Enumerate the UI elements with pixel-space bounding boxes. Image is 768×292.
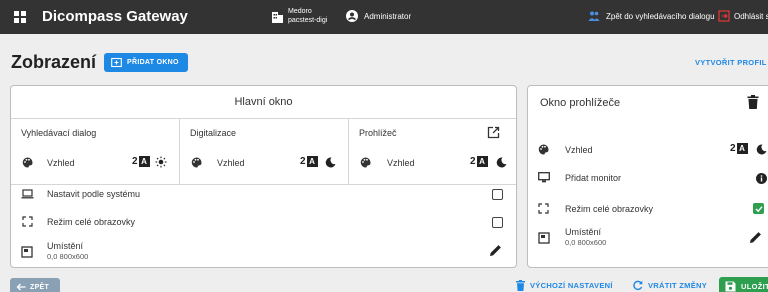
font-a-icon: A: [476, 156, 488, 167]
add-window-icon: [111, 57, 122, 68]
edit-pencil-icon[interactable]: [749, 231, 762, 244]
viewer-window-title: Okno prohlížeče: [540, 97, 621, 109]
people-search-icon: [588, 11, 600, 21]
delete-trash-icon[interactable]: [747, 95, 759, 109]
back-button[interactable]: ZPĚT: [10, 278, 60, 292]
main-window-card: Hlavní okno Vyhledávací dialog Vzhled 2A…: [10, 85, 517, 268]
palette-icon: [538, 144, 549, 155]
column-divider: [348, 119, 349, 185]
save-label: ULOŽIT: [741, 282, 768, 291]
font-a-icon: A: [736, 143, 748, 154]
font-size-control[interactable]: 2A: [132, 156, 150, 167]
system-setting-checkbox[interactable]: [492, 189, 503, 200]
palette-icon: [22, 157, 33, 168]
top-bar: Dicompass Gateway Medoro pacstest-digi A…: [0, 0, 768, 34]
viewer-window-card: Okno prohlížeče Vzhled 2A Přidat monitor…: [527, 85, 768, 268]
column-viewer-title: Prohlížeč: [359, 128, 397, 138]
delete-icon: [516, 280, 525, 291]
add-monitor-label: Přidat monitor: [565, 173, 622, 183]
check-icon: [754, 205, 763, 212]
font-size-control[interactable]: 2A: [300, 156, 318, 167]
app-title: Dicompass Gateway: [42, 8, 188, 25]
org-name: Medoro: [288, 8, 312, 15]
laptop-icon: [21, 189, 34, 199]
user-name: Administrator: [364, 11, 412, 21]
moon-icon[interactable]: [496, 157, 507, 168]
default-settings-label: VÝCHOZÍ NASTAVENÍ: [530, 281, 613, 290]
fullscreen-icon: [538, 203, 549, 214]
app-menu-icon[interactable]: [14, 11, 26, 23]
create-profile-button[interactable]: VYTVOŘIT PROFIL: [695, 58, 767, 67]
viewer-fullscreen-checkbox[interactable]: [753, 203, 764, 214]
appearance-label: Vzhled: [217, 158, 245, 168]
palette-icon: [191, 157, 202, 168]
sun-icon[interactable]: [155, 156, 167, 168]
moon-icon[interactable]: [756, 144, 767, 155]
font-size-value: 2: [730, 143, 736, 154]
appearance-label: Vzhled: [565, 145, 593, 155]
divider: [11, 184, 516, 185]
moon-icon[interactable]: [325, 157, 336, 168]
column-divider: [179, 119, 180, 185]
location-value: 0,0 800x600: [565, 238, 607, 247]
save-floppy-icon: [725, 281, 736, 292]
font-size-control[interactable]: 2A: [470, 156, 488, 167]
back-to-search-label: Zpět do vyhledávacího dialogu: [606, 11, 715, 21]
system-setting-label: Nastavit podle systému: [47, 189, 141, 199]
logout-icon: [718, 10, 730, 22]
revert-icon: [633, 280, 643, 291]
save-button[interactable]: ULOŽIT: [719, 277, 768, 292]
location-value: 0,0 800x600: [47, 252, 89, 261]
org-site: pacstest-digi: [288, 17, 328, 24]
font-a-icon: A: [306, 156, 318, 167]
main-window-title: Hlavní okno: [11, 86, 516, 119]
page-title: Zobrazení: [11, 52, 97, 72]
back-to-search-link[interactable]: Zpět do vyhledávacího dialogu: [588, 10, 715, 22]
font-size-value: 2: [470, 156, 476, 167]
logout-label: Odhlásit se: [734, 11, 768, 21]
font-size-value: 2: [300, 156, 306, 167]
user-menu[interactable]: Administrator: [346, 10, 411, 22]
fullscreen-label: Režim celé obrazovky: [47, 217, 136, 227]
appearance-label: Vzhled: [47, 158, 75, 168]
fullscreen-checkbox[interactable]: [492, 217, 503, 228]
monitor-icon: [538, 172, 550, 183]
building-icon: [272, 12, 283, 23]
open-in-new-icon[interactable]: [487, 126, 500, 139]
column-search-dialog-title: Vyhledávací dialog: [21, 128, 97, 138]
appearance-label: Vzhled: [387, 158, 415, 168]
font-a-icon: A: [138, 156, 150, 167]
add-window-button[interactable]: PŘIDAT OKNO: [104, 53, 188, 72]
font-size-control[interactable]: 2A: [730, 143, 748, 154]
default-settings-button[interactable]: VÝCHOZÍ NASTAVENÍ: [516, 280, 613, 291]
revert-changes-button[interactable]: VRÁTIT ZMĚNY: [632, 280, 707, 291]
organization-info: Medoro pacstest-digi: [270, 7, 327, 25]
window-location-icon: [21, 246, 33, 258]
logout-link[interactable]: Odhlásit se: [718, 10, 768, 22]
location-label: Umístění: [565, 227, 602, 237]
location-label: Umístění: [47, 241, 84, 251]
palette-icon: [360, 157, 371, 168]
revert-changes-label: VRÁTIT ZMĚNY: [648, 281, 708, 290]
column-digitization-title: Digitalizace: [190, 128, 237, 138]
window-location-icon: [538, 232, 550, 244]
edit-pencil-icon[interactable]: [489, 244, 502, 257]
fullscreen-icon: [22, 216, 33, 227]
add-window-label: PŘIDAT OKNO: [127, 59, 179, 66]
arrow-left-icon: [16, 283, 26, 291]
account-icon: [346, 10, 358, 22]
fullscreen-label: Režim celé obrazovky: [565, 204, 654, 214]
info-icon[interactable]: [756, 173, 767, 184]
back-label: ZPĚT: [30, 283, 50, 291]
font-size-value: 2: [132, 156, 138, 167]
